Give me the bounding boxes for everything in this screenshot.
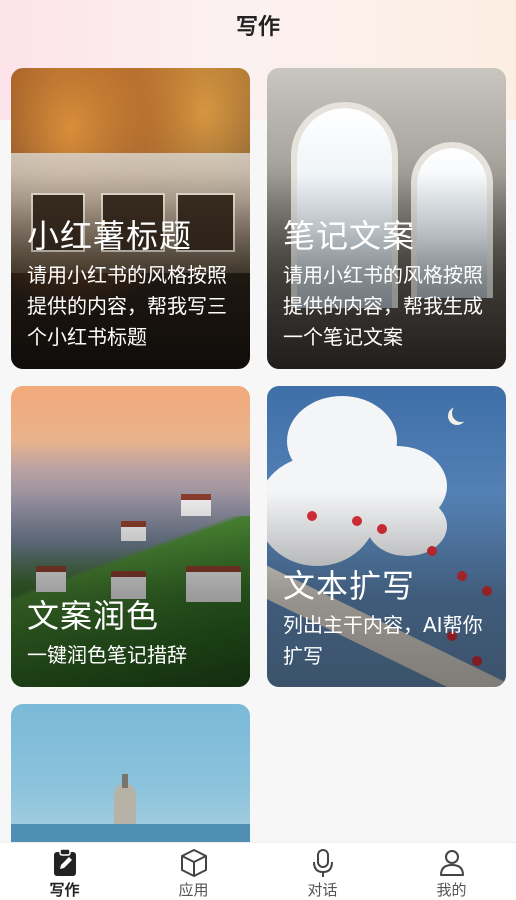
tab-label: 写作 [49,881,80,899]
card-description: 请用小红书的风格按照提供的内容，帮我生成一个笔记文案 [283,263,483,349]
person-icon [439,850,464,876]
cube-icon [180,849,207,877]
writing-template-grid: 小红薯标题 请用小红书的风格按照提供的内容，帮我写三个小红书标题 笔记文案 请用… [0,0,516,844]
template-card-5[interactable] [11,704,250,844]
template-card-xiaohongshu-title[interactable]: 小红薯标题 请用小红书的风格按照提供的内容，帮我写三个小红书标题 [11,68,250,369]
tab-profile[interactable]: 我的 [387,843,516,900]
tab-label: 对话 [307,881,338,899]
card-description: 请用小红书的风格按照提供的内容，帮我写三个小红书标题 [27,263,227,349]
card-description: 列出主干内容，AI帮你扩写 [283,613,483,668]
tab-chat[interactable]: 对话 [258,843,387,900]
card-title: 笔记文案 [283,217,416,255]
template-card-expand[interactable]: 文本扩写 列出主干内容，AI帮你扩写 [267,386,506,687]
template-card-polish[interactable]: 文案润色 一键润色笔记措辞 [11,386,250,687]
tab-apps[interactable]: 应用 [129,843,258,900]
edit-document-icon [53,848,76,876]
tab-writing[interactable]: 写作 [0,843,129,900]
bottom-tab-bar: 写作 应用 对话 我的 [0,842,516,900]
tab-label: 应用 [178,881,209,899]
microphone-icon [312,849,333,877]
template-card-note-copy[interactable]: 笔记文案 请用小红书的风格按照提供的内容，帮我生成一个笔记文案 [267,68,506,369]
card-description: 一键润色笔记措辞 [27,643,187,667]
tab-label: 我的 [436,881,467,899]
card-title: 文本扩写 [283,567,416,605]
card-title: 小红薯标题 [27,217,193,255]
card-title: 文案润色 [27,597,160,635]
